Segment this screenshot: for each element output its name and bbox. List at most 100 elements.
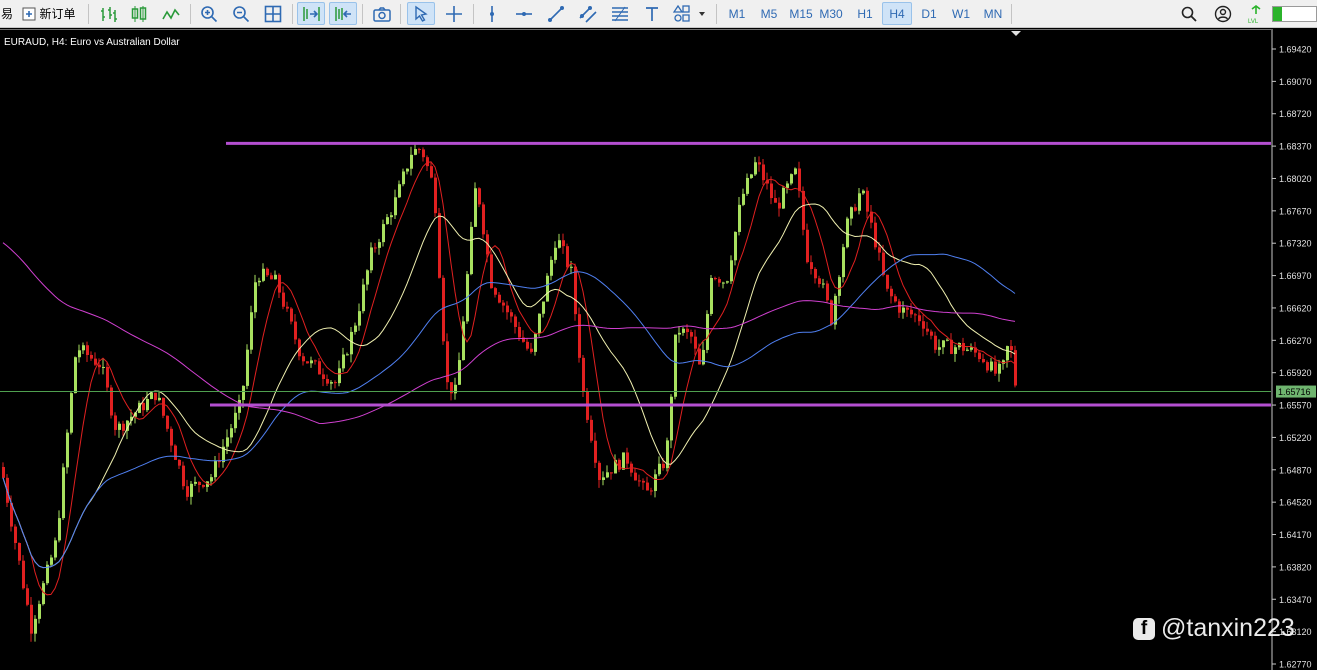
candle-body bbox=[814, 268, 817, 279]
candle-body bbox=[194, 481, 197, 484]
tile-windows-button[interactable] bbox=[260, 2, 286, 25]
candle-body bbox=[718, 279, 721, 283]
candle-body bbox=[122, 423, 125, 431]
candle-body bbox=[462, 321, 465, 361]
text-button[interactable] bbox=[639, 2, 665, 25]
fibonacci-button[interactable] bbox=[607, 2, 633, 25]
candle-body bbox=[154, 392, 157, 401]
facebook-icon: f bbox=[1133, 617, 1155, 640]
timeframe-m30[interactable]: M30 bbox=[816, 2, 846, 25]
candle-body bbox=[546, 275, 549, 302]
auto-scroll-button[interactable] bbox=[297, 2, 325, 25]
candle-body bbox=[434, 177, 437, 214]
candle-body bbox=[710, 278, 713, 314]
candle-body bbox=[1006, 346, 1009, 361]
chart-area[interactable]: 1.69420 1.69070 1.68720 1.68370 1.68020 1.676… bbox=[0, 29, 1317, 670]
connection-level-bar bbox=[1272, 5, 1317, 22]
cursor-icon bbox=[415, 5, 428, 22]
candle-body bbox=[650, 490, 653, 492]
candle-body bbox=[18, 542, 21, 561]
vertical-line-button[interactable] bbox=[479, 2, 505, 25]
candle-body bbox=[22, 560, 25, 589]
crosshair-icon bbox=[446, 5, 462, 22]
price-chart[interactable]: 1.69420 1.69070 1.68720 1.68370 1.68020 1.676… bbox=[0, 29, 1317, 670]
candle-body bbox=[818, 278, 821, 284]
timeframe-h4[interactable]: H4 bbox=[882, 2, 912, 25]
candle-body bbox=[370, 247, 373, 271]
candle-body bbox=[358, 311, 361, 326]
candle-body bbox=[762, 164, 765, 181]
candle-body bbox=[906, 307, 909, 310]
candle-body bbox=[646, 482, 649, 491]
channel-button[interactable] bbox=[575, 2, 601, 25]
price-label: 1.69420 bbox=[1279, 45, 1312, 55]
new-order-button[interactable]: 新订单 bbox=[17, 2, 81, 25]
bar-chart-button[interactable] bbox=[96, 2, 120, 25]
vertical-line-icon bbox=[490, 5, 494, 22]
candle-body bbox=[98, 364, 101, 368]
line-chart-button[interactable] bbox=[158, 2, 184, 25]
candle-body bbox=[674, 334, 677, 397]
timeframe-h1[interactable]: H1 bbox=[850, 2, 880, 25]
price-label: 1.66270 bbox=[1279, 336, 1312, 346]
zoom-out-icon bbox=[233, 5, 250, 22]
candle-body bbox=[174, 445, 177, 460]
price-label: 1.67670 bbox=[1279, 206, 1312, 216]
candle-body bbox=[470, 226, 473, 275]
screenshot-button[interactable] bbox=[369, 2, 395, 25]
candle-body bbox=[678, 332, 681, 335]
candle-body bbox=[694, 336, 697, 349]
current-price-label: 1.65716 bbox=[1278, 387, 1311, 397]
candle-body bbox=[966, 349, 969, 351]
price-label: 1.66970 bbox=[1279, 271, 1312, 281]
candle-body bbox=[578, 314, 581, 358]
candle-body bbox=[902, 307, 905, 313]
candle-body bbox=[810, 262, 813, 269]
candle-body bbox=[322, 374, 325, 379]
candle-body bbox=[262, 268, 265, 281]
candle-body bbox=[386, 217, 389, 225]
candle-body bbox=[382, 224, 385, 243]
candlestick-button[interactable] bbox=[126, 2, 152, 25]
candle-body bbox=[798, 168, 801, 191]
timeframe-mn[interactable]: MN bbox=[978, 2, 1008, 25]
trendline-button[interactable] bbox=[543, 2, 569, 25]
shapes-dropdown-button[interactable] bbox=[669, 2, 711, 25]
zoom-out-button[interactable] bbox=[228, 2, 254, 25]
candle-body bbox=[658, 463, 661, 475]
cut-button[interactable]: 易 bbox=[0, 2, 14, 25]
candle-body bbox=[402, 171, 405, 185]
candle-body bbox=[538, 313, 541, 334]
horizontal-line-button[interactable] bbox=[511, 2, 537, 25]
candle-body bbox=[494, 288, 497, 295]
signal-level-button[interactable]: LVL bbox=[1244, 2, 1268, 25]
crosshair-button[interactable] bbox=[441, 2, 467, 25]
grid-icon bbox=[264, 5, 282, 22]
cursor-button[interactable] bbox=[407, 2, 435, 25]
candle-body bbox=[986, 362, 989, 371]
candle-body bbox=[342, 354, 345, 369]
candle-body bbox=[190, 483, 193, 497]
candle-body bbox=[722, 282, 725, 284]
candle-body bbox=[750, 174, 753, 178]
candle-body bbox=[406, 168, 409, 172]
timeframe-w1[interactable]: W1 bbox=[946, 2, 976, 25]
timeframe-m15[interactable]: M15 bbox=[786, 2, 816, 25]
timeframe-m5[interactable]: M5 bbox=[754, 2, 784, 25]
candle-body bbox=[634, 472, 637, 481]
price-label: 1.69070 bbox=[1279, 77, 1312, 87]
zoom-in-button[interactable] bbox=[196, 2, 222, 25]
candle-body bbox=[862, 190, 865, 194]
search-button[interactable] bbox=[1176, 2, 1202, 25]
candle-body bbox=[146, 398, 149, 411]
candle-body bbox=[54, 540, 57, 558]
timeframe-m1[interactable]: M1 bbox=[722, 2, 752, 25]
candle-body bbox=[602, 477, 605, 480]
timeframe-d1[interactable]: D1 bbox=[914, 2, 944, 25]
candle-body bbox=[2, 467, 5, 478]
candle-body bbox=[590, 419, 593, 441]
chart-shift-button[interactable] bbox=[329, 2, 357, 25]
account-button[interactable] bbox=[1210, 2, 1236, 25]
candle-body bbox=[914, 314, 917, 316]
candle-body bbox=[670, 396, 673, 441]
